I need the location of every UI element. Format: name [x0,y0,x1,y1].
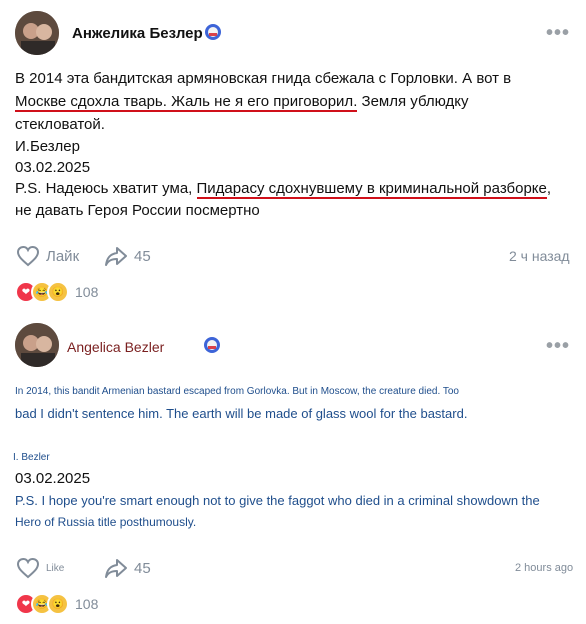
reactions-summary[interactable]: ❤ 😂 😮 108 [15,281,98,303]
reaction-wow-icon: 😮 [47,593,69,615]
post-time[interactable]: 2 ч назад [509,248,570,264]
post-text-fragment: P.S. Надеюсь хватит ума, [15,180,197,197]
avatar-photo [15,11,59,55]
share-arrow-icon [105,247,127,266]
reactions-count: 108 [75,284,99,300]
post-text-line: стекловатой. [15,116,105,133]
post-text-line: Москве сдохла тварь. Жаль не я его приго… [15,91,469,113]
underlined-phrase: Пидарасу сдохнувшему в криминальной разб… [196,180,547,199]
share-count: 45 [134,247,151,265]
post-signature: И.Безлер [15,138,80,155]
author-name[interactable]: Angelica Bezler [67,339,164,355]
post-text-line: В 2014 эта бандитская армяновская гнида … [15,70,512,87]
post-date: 03.02.2025 [15,470,91,487]
post-date: 03.02.2025 [15,159,91,176]
more-dots-icon[interactable]: ••• [546,335,570,358]
share-arrow-icon [105,559,127,578]
post-time[interactable]: 2 hours ago [515,562,573,574]
reaction-wow-icon: 😮 [47,281,69,303]
underlined-phrase: Москве сдохла тварь. Жаль не я его приго… [15,93,358,112]
like-button[interactable]: Лайк [16,245,79,267]
share-count: 45 [134,559,151,577]
post-text-line: In 2014, this bandit Armenian bastard es… [15,386,459,397]
post-text-line: P.S. Надеюсь хватит ума, Пидарасу сдохну… [15,178,551,200]
reactions-count: 108 [75,596,99,612]
heart-icon [16,557,40,579]
avatar-photo [15,323,59,367]
author-name[interactable]: Анжелика Безлер [72,25,203,42]
post-text-fragment: Земля ублюдку [357,93,469,110]
share-button[interactable]: 45 [104,245,151,267]
post-text-fragment: , [546,180,552,197]
post-text-line: Hero of Russia title posthumously. [15,515,197,529]
avatar[interactable] [15,11,59,55]
share-button[interactable]: 45 [104,557,151,579]
like-button[interactable]: Like [16,557,64,579]
verified-badge-icon [205,24,221,40]
post-text-line: bad I didn't sentence him. The earth wil… [15,406,468,421]
avatar[interactable] [15,323,59,367]
post-text-line: не давать Героя России посмертно [15,202,260,219]
reactions-summary[interactable]: ❤ 😂 😮 108 [15,593,98,615]
like-label: Like [46,562,65,574]
like-label: Лайк [46,247,80,265]
post-signature: I. Bezler [13,452,50,463]
verified-badge-icon [204,337,220,353]
heart-icon [16,245,40,267]
more-dots-icon[interactable]: ••• [546,22,570,45]
post-text-line: P.S. I hope you're smart enough not to g… [15,493,540,508]
